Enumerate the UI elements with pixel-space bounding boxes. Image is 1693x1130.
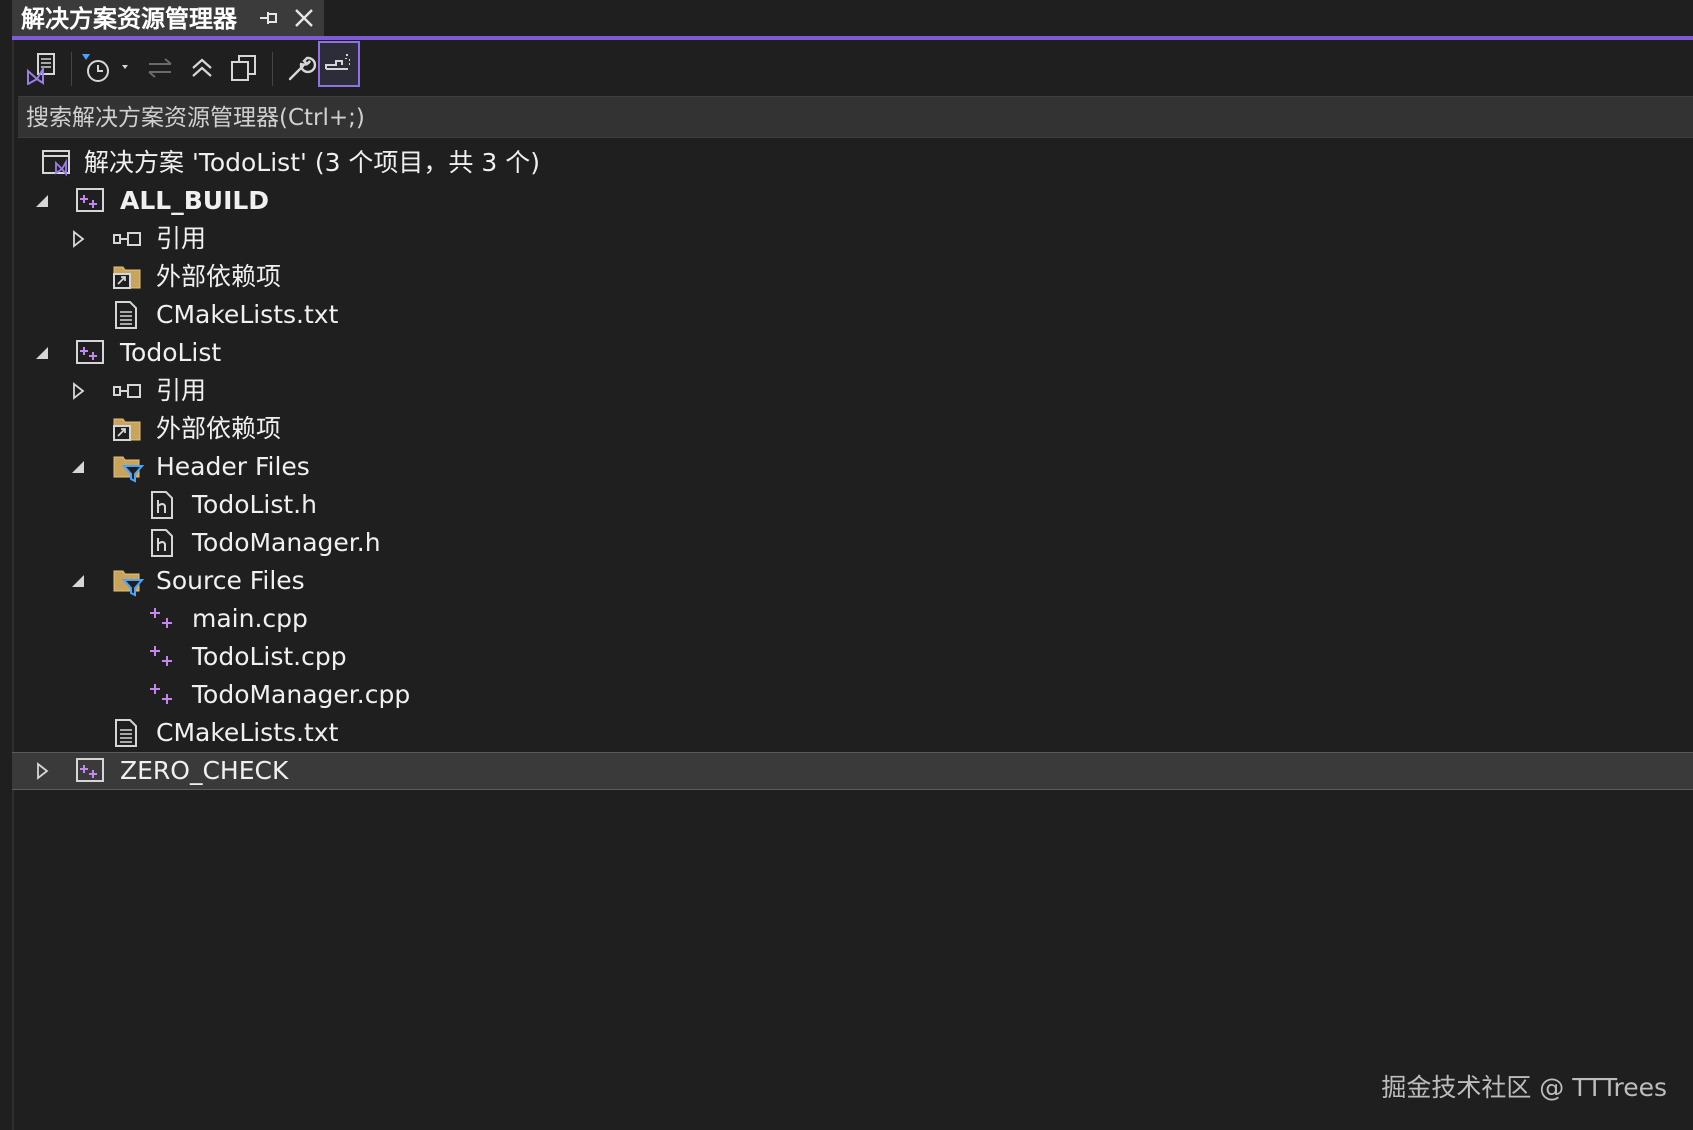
header-file-icon: [148, 491, 178, 519]
tree-item-file[interactable]: TodoList.cpp: [12, 638, 1693, 676]
text-file-icon: [112, 301, 142, 329]
toolbar-separator: [71, 52, 72, 86]
header-file-icon: [148, 529, 178, 557]
collapsed-arrow-icon[interactable]: [32, 761, 52, 781]
tree-item-file[interactable]: main.cpp: [12, 600, 1693, 638]
tree-item-label: TodoManager.h: [192, 528, 381, 557]
tree-item-solution[interactable]: 解决方案 'TodoList' (3 个项目，共 3 个): [12, 144, 1693, 182]
tree-item-label: Source Files: [156, 566, 305, 595]
search-input[interactable]: [26, 103, 1666, 133]
cpp-project-icon: [76, 757, 106, 785]
tree-item-label: 引用: [156, 376, 207, 405]
history-icon: [82, 54, 128, 82]
tree-item-label: ALL_BUILD: [120, 186, 270, 215]
tree-item-label: Header Files: [156, 452, 310, 481]
title-bar: 解决方案资源管理器: [0, 0, 1693, 36]
tree-item-file[interactable]: CMakeLists.txt: [12, 296, 1693, 334]
tree-item-label: CMakeLists.txt: [156, 300, 339, 329]
external-folder-icon: [112, 415, 142, 443]
tree-item-filter-source-files[interactable]: Source Files: [12, 562, 1693, 600]
tree-item-label: CMakeLists.txt: [156, 718, 339, 747]
collapse-all-button[interactable]: [182, 48, 222, 88]
tree-item-references[interactable]: 引用: [12, 220, 1693, 258]
expanded-arrow-icon[interactable]: [32, 343, 52, 363]
filter-folder-icon: [112, 567, 145, 597]
tree-item-file[interactable]: TodoManager.h: [12, 524, 1693, 562]
tree-item-file[interactable]: CMakeLists.txt: [12, 714, 1693, 752]
external-folder-icon: [112, 263, 142, 291]
sync-arrows-icon: [148, 58, 172, 78]
tree-item-label: TodoList.h: [192, 490, 317, 519]
tree-item-label: TodoManager.cpp: [192, 680, 411, 709]
window-title: 解决方案资源管理器: [21, 5, 237, 33]
collapse-all-icon: [192, 58, 212, 77]
search-box[interactable]: [18, 96, 1693, 138]
references-icon: [112, 225, 142, 253]
tree-item-label: TodoList: [120, 338, 222, 367]
collapsed-arrow-icon[interactable]: [68, 229, 88, 249]
preview-selected-items-button[interactable]: [318, 41, 360, 87]
tree-item-project-todolist[interactable]: TodoList: [12, 334, 1693, 372]
pin-icon[interactable]: [256, 6, 282, 30]
vs-solution-icon: [27, 53, 55, 85]
tree-item-label: TodoList.cpp: [192, 642, 347, 671]
tree-item-references[interactable]: 引用: [12, 372, 1693, 410]
tree-item-file[interactable]: TodoList.h: [12, 486, 1693, 524]
wrench-icon: [288, 56, 317, 81]
tree-item-label: 外部依赖项: [156, 262, 282, 291]
tree-item-label: 引用: [156, 224, 207, 253]
tree-item-project-zero-check[interactable]: ZERO_CHECK: [12, 752, 1693, 790]
solution-icon: [42, 149, 72, 177]
properties-button[interactable]: [280, 48, 320, 88]
watermark: 掘金技术社区 @ TTTrees: [1381, 1073, 1667, 1102]
tree-item-filter-header-files[interactable]: Header Files: [12, 448, 1693, 486]
tree-item-label: ZERO_CHECK: [120, 756, 289, 785]
toolbar-separator: [272, 52, 273, 86]
tree-item-external-dependencies[interactable]: 外部依赖项: [12, 258, 1693, 296]
collapsed-arrow-icon[interactable]: [68, 381, 88, 401]
tree-item-file[interactable]: TodoManager.cpp: [12, 676, 1693, 714]
tree-item-external-dependencies[interactable]: 外部依赖项: [12, 410, 1693, 448]
expanded-arrow-icon[interactable]: [32, 191, 52, 211]
cpp-project-icon: [76, 339, 106, 367]
text-file-icon: [112, 719, 142, 747]
expanded-arrow-icon[interactable]: [68, 457, 88, 477]
tree-item-label: 外部依赖项: [156, 414, 282, 443]
sync-active-document-button[interactable]: [140, 48, 180, 88]
filter-folder-icon: [112, 453, 145, 483]
cpp-file-icon: [148, 681, 178, 709]
cpp-project-icon: [76, 187, 106, 215]
tree-item-label: 解决方案 'TodoList' (3 个项目，共 3 个): [84, 148, 540, 177]
cpp-file-icon: [148, 643, 178, 671]
preview-icon: [325, 54, 350, 70]
cpp-file-icon: [148, 605, 178, 633]
pending-changes-filter-button[interactable]: [78, 48, 138, 88]
expanded-arrow-icon[interactable]: [68, 571, 88, 591]
copy-files-icon: [231, 55, 256, 81]
references-icon: [112, 377, 142, 405]
tree-item-project-all-build[interactable]: ALL_BUILD: [12, 182, 1693, 220]
show-all-files-button[interactable]: [224, 48, 264, 88]
close-icon[interactable]: [291, 5, 317, 31]
switch-views-button[interactable]: [22, 48, 62, 88]
tree-item-label: main.cpp: [192, 604, 308, 633]
toolbar: [12, 40, 1693, 96]
